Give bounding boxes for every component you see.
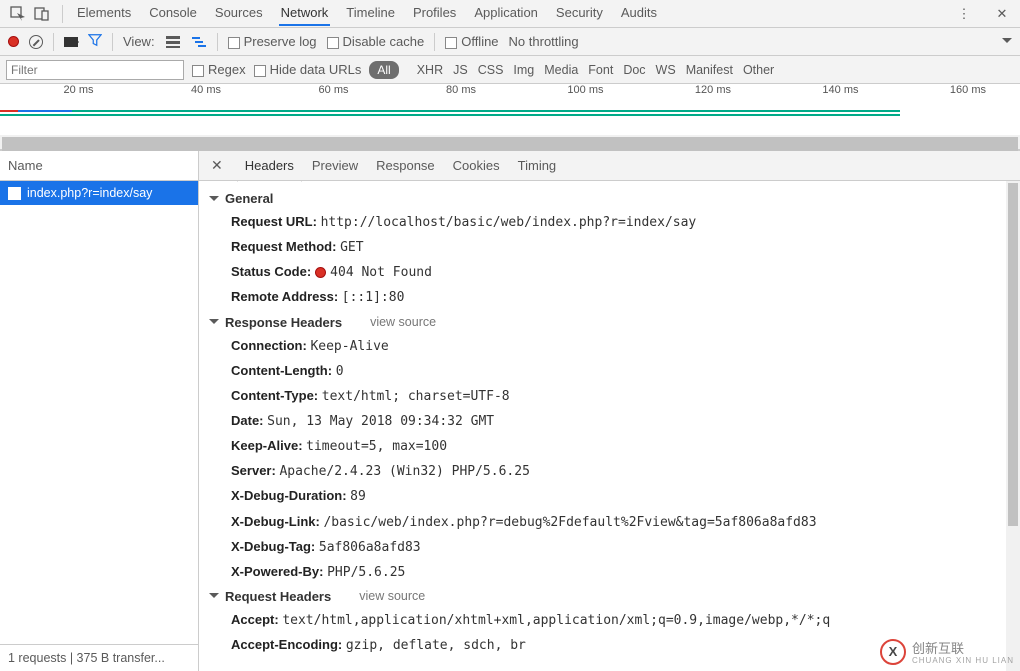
timeline-tick: 20 ms bbox=[0, 84, 128, 102]
header-row: Accept: text/html,application/xhtml+xml,… bbox=[209, 608, 1010, 633]
offline-checkbox[interactable]: Offline bbox=[445, 34, 498, 49]
panel-tabs: Elements Console Sources Network Timeline Pro… bbox=[71, 1, 952, 26]
response-headers-section[interactable]: Response Headersview source bbox=[209, 311, 1010, 334]
column-header-name[interactable]: Name bbox=[0, 151, 198, 181]
header-row: X-Powered-By: PHP/5.6.25 bbox=[209, 560, 1010, 585]
watermark: X 创新互联 CHUANG XIN HU LIAN bbox=[880, 638, 1014, 665]
timeline-bar bbox=[0, 110, 900, 112]
chevron-down-icon bbox=[209, 593, 219, 603]
detail-tab-preview[interactable]: Preview bbox=[310, 154, 360, 177]
large-rows-icon[interactable] bbox=[165, 34, 181, 50]
request-headers-section[interactable]: Request Headersview source bbox=[209, 585, 1010, 608]
detail-tab-headers[interactable]: Headers bbox=[243, 154, 296, 177]
header-row: Server: Apache/2.4.23 (Win32) PHP/5.6.25 bbox=[209, 459, 1010, 484]
header-row: Connection: Keep-Alive bbox=[209, 334, 1010, 359]
divider bbox=[62, 5, 63, 23]
header-row: Content-Type: text/html; charset=UTF-8 bbox=[209, 384, 1010, 409]
request-row[interactable]: index.php?r=index/say bbox=[0, 181, 198, 205]
request-name: index.php?r=index/say bbox=[27, 186, 152, 200]
record-button[interactable] bbox=[8, 36, 19, 47]
header-row: X-Debug-Tag: 5af806a8afd83 bbox=[209, 535, 1010, 560]
vertical-scrollbar[interactable] bbox=[1006, 181, 1020, 671]
timeline-tick: 120 ms bbox=[638, 84, 766, 102]
detail-panel: ✕ Headers Preview Response Cookies Timing Ge… bbox=[199, 151, 1020, 671]
inspect-icon[interactable] bbox=[6, 2, 30, 26]
more-icon[interactable]: ⋮ bbox=[952, 2, 976, 26]
filter-type-other[interactable]: Other bbox=[743, 63, 774, 77]
detail-tabs: ✕ Headers Preview Response Cookies Timing bbox=[199, 151, 1020, 181]
tab-elements[interactable]: Elements bbox=[75, 1, 133, 26]
general-section[interactable]: General bbox=[209, 187, 1010, 210]
timeline-tick: 40 ms bbox=[128, 84, 256, 102]
hide-data-urls-checkbox[interactable]: Hide data URLs bbox=[254, 62, 362, 77]
detail-tab-cookies[interactable]: Cookies bbox=[451, 154, 502, 177]
clear-button[interactable] bbox=[29, 35, 43, 49]
divider bbox=[112, 33, 113, 51]
divider bbox=[53, 33, 54, 51]
timeline-tick: 100 ms bbox=[510, 84, 638, 102]
timeline-tick: 160 ms bbox=[893, 84, 1020, 102]
chevron-down-icon bbox=[209, 196, 219, 206]
header-row: Date: Sun, 13 May 2018 09:34:32 GMT bbox=[209, 409, 1010, 434]
headers-panel: General Request URL: http://localhost/ba… bbox=[199, 181, 1020, 671]
status-dot-icon bbox=[315, 267, 326, 278]
filter-bar: Regex Hide data URLs All XHR JS CSS Img Medi… bbox=[0, 56, 1020, 84]
filter-type-js[interactable]: JS bbox=[453, 63, 468, 77]
header-row: Content-Length: 0 bbox=[209, 359, 1010, 384]
close-detail-button[interactable]: ✕ bbox=[205, 157, 229, 174]
header-row: X-Debug-Duration: 89 bbox=[209, 484, 1010, 509]
tab-timeline[interactable]: Timeline bbox=[344, 1, 397, 26]
document-icon bbox=[8, 187, 21, 200]
filter-toggle-icon[interactable] bbox=[88, 33, 102, 50]
divider bbox=[434, 33, 435, 51]
timeline-tick: 140 ms bbox=[765, 84, 893, 102]
timeline-tick: 80 ms bbox=[383, 84, 511, 102]
timeline-tick: 60 ms bbox=[255, 84, 383, 102]
horizontal-scrollbar[interactable] bbox=[0, 135, 1020, 149]
filter-type-all[interactable]: All bbox=[369, 61, 398, 79]
view-source-link[interactable]: view source bbox=[370, 315, 436, 329]
detail-tab-response[interactable]: Response bbox=[374, 154, 437, 177]
timeline-overview[interactable]: 20 ms40 ms60 ms80 ms100 ms120 ms140 ms16… bbox=[0, 84, 1020, 150]
close-icon[interactable]: ✕ bbox=[990, 2, 1014, 26]
network-toolbar: View: Preserve log Disable cache Offline… bbox=[0, 28, 1020, 56]
filter-type-media[interactable]: Media bbox=[544, 63, 578, 77]
view-source-link[interactable]: view source bbox=[359, 589, 425, 603]
tab-network[interactable]: Network bbox=[279, 1, 331, 26]
tab-audits[interactable]: Audits bbox=[619, 1, 659, 26]
devtools-top-bar: Elements Console Sources Network Timeline Pro… bbox=[0, 0, 1020, 28]
filter-type-font[interactable]: Font bbox=[588, 63, 613, 77]
filter-type-img[interactable]: Img bbox=[513, 63, 534, 77]
filter-type-ws[interactable]: WS bbox=[656, 63, 676, 77]
detail-tab-timing[interactable]: Timing bbox=[516, 154, 559, 177]
filter-type-xhr[interactable]: XHR bbox=[417, 63, 443, 77]
screenshot-icon[interactable] bbox=[64, 37, 78, 47]
preserve-log-checkbox[interactable]: Preserve log bbox=[228, 34, 317, 49]
tab-console[interactable]: Console bbox=[147, 1, 199, 26]
requests-sidebar: Name index.php?r=index/say 1 requests | … bbox=[0, 151, 199, 671]
chevron-down-icon[interactable] bbox=[1002, 38, 1012, 48]
tab-security[interactable]: Security bbox=[554, 1, 605, 26]
header-row: Keep-Alive: timeout=5, max=100 bbox=[209, 434, 1010, 459]
device-toggle-icon[interactable] bbox=[30, 2, 54, 26]
disable-cache-checkbox[interactable]: Disable cache bbox=[327, 34, 425, 49]
tab-sources[interactable]: Sources bbox=[213, 1, 265, 26]
watermark-badge-icon: X bbox=[880, 639, 906, 665]
view-label: View: bbox=[123, 34, 155, 49]
chevron-down-icon bbox=[209, 319, 219, 329]
filter-type-css[interactable]: CSS bbox=[478, 63, 504, 77]
filter-input[interactable] bbox=[6, 60, 184, 80]
filter-type-doc[interactable]: Doc bbox=[623, 63, 645, 77]
header-row: X-Debug-Link: /basic/web/index.php?r=deb… bbox=[209, 510, 1010, 535]
divider bbox=[217, 33, 218, 51]
throttling-select[interactable]: No throttling bbox=[509, 34, 579, 49]
regex-checkbox[interactable]: Regex bbox=[192, 62, 246, 77]
timeline-bar bbox=[0, 114, 900, 116]
waterfall-icon[interactable] bbox=[191, 34, 207, 50]
status-summary: 1 requests | 375 B transfer... bbox=[0, 644, 198, 671]
tab-profiles[interactable]: Profiles bbox=[411, 1, 458, 26]
tab-application[interactable]: Application bbox=[472, 1, 540, 26]
main-panel: Name index.php?r=index/say 1 requests | … bbox=[0, 150, 1020, 671]
filter-type-manifest[interactable]: Manifest bbox=[686, 63, 733, 77]
